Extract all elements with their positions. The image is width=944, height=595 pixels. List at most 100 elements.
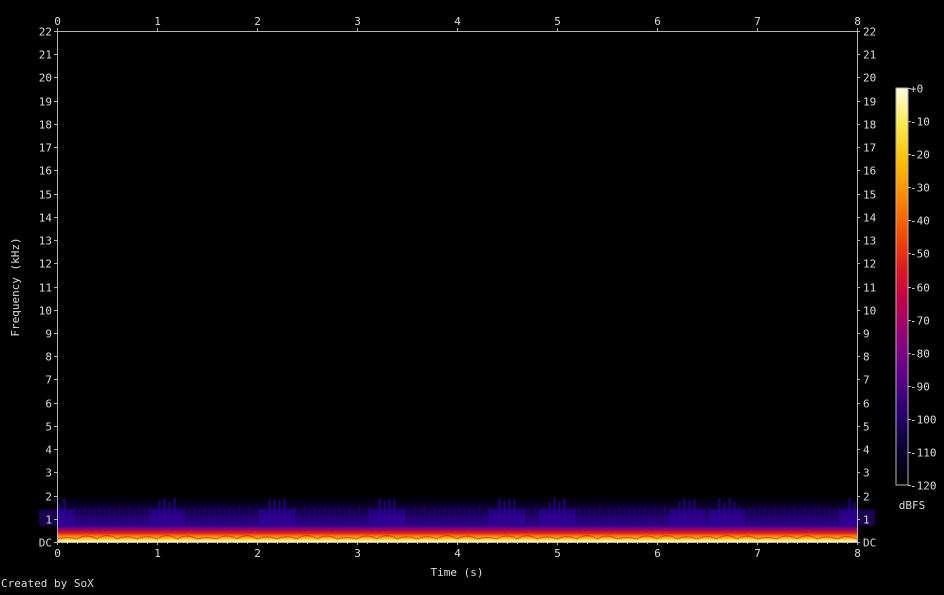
y-tick-label-left: 11: [39, 282, 52, 295]
y-tick-label-right: 14: [863, 212, 877, 225]
y-axis-right-tick-labels: DC12345678910111213141516171819202122: [863, 26, 877, 550]
spectrogram-chart: 012345678 012345678 DC 1 2 3 4 5 6 7 8 9 10 11 12 13 1…: [0, 0, 944, 591]
colorbar-tick-label: -80: [910, 348, 930, 361]
x-tick-label-top: 0: [54, 15, 61, 28]
colorbar-tick-label: -20: [910, 149, 930, 162]
y-tick-label-right: 16: [863, 165, 876, 178]
y-tick-label-left: 8: [45, 351, 52, 364]
y-tick-label-right: 4: [863, 444, 870, 457]
y-tick-label-left: 13: [39, 235, 52, 248]
y-tick-label-left: 14: [39, 212, 53, 225]
y-tick-label-left: DC: [39, 537, 52, 550]
colorbar-tick-label: -110: [910, 447, 937, 460]
y-tick-label-left: 18: [39, 119, 52, 132]
y-tick-label-right: 2: [863, 491, 870, 504]
energy-burst: [669, 509, 705, 526]
x-tick-label-bottom: 6: [654, 547, 661, 560]
y-tick-label-left: 22: [39, 26, 52, 39]
y-tick-label-left: 5: [45, 421, 52, 434]
y-tick-label-left: 4: [45, 444, 52, 457]
x-tick-label-top: 2: [254, 15, 261, 28]
heatmap-background: [57, 31, 857, 542]
y-tick-label-left: 12: [39, 258, 52, 271]
y-tick-label-right: 15: [863, 189, 876, 202]
energy-burst: [149, 509, 185, 526]
y-tick-label-right: 8: [863, 351, 870, 364]
y-tick-label-right: 21: [863, 49, 876, 62]
energy-burst: [489, 509, 525, 526]
y-tick-label-left: 10: [39, 305, 52, 318]
x-tick-label-bottom: 3: [354, 547, 361, 560]
colorbar-gradient: [895, 87, 909, 486]
y-tick-label-right: DC: [863, 537, 876, 550]
y-axis-left-tick-labels: DC12345678910111213141516171819202122: [39, 26, 53, 550]
y-tick-label-right: 3: [863, 467, 870, 480]
y-tick-label-right: 20: [863, 72, 876, 85]
y-tick-label-left: 20: [39, 72, 52, 85]
colorbar-tick-label: -120: [910, 480, 937, 493]
y-tick-label-left: 16: [39, 165, 52, 178]
y-tick-label-right: 19: [863, 96, 876, 109]
energy-burst: [539, 509, 575, 526]
x-tick-label-bottom: 8: [854, 547, 861, 560]
energy-burst: [709, 509, 745, 526]
colorbar-tick-label: -40: [910, 215, 930, 228]
x-tick-label-bottom: 1: [154, 547, 161, 560]
colorbar: +0 -10 -20 -30 -40 -50 -60 -70 -80 -90 -100 -110 -12…: [895, 83, 937, 512]
colorbar-tick-label: -10: [910, 116, 930, 129]
energy-band: [58, 525, 857, 542]
x-tick-label-top: 3: [354, 15, 361, 28]
y-tick-label-left: 3: [45, 467, 52, 480]
y-tick-label-right: 9: [863, 328, 870, 341]
y-tick-label-right: 18: [863, 119, 876, 132]
y-tick-label-right: 11: [863, 282, 876, 295]
y-tick-label-left: 7: [45, 374, 52, 387]
y-tick-label-left: 9: [45, 328, 52, 341]
y-tick-label-left: 17: [39, 142, 52, 155]
colorbar-tick-label: -100: [910, 414, 937, 427]
y-tick-label-right: 10: [863, 305, 876, 318]
colorbar-tick-labels: +0 -10 -20 -30 -40 -50 -60 -70 -80 -90 -100 -110 -12…: [910, 83, 937, 493]
y-tick-label-left: 15: [39, 189, 52, 202]
x-tick-label-bottom: 7: [754, 547, 761, 560]
x-axis-label: Time (s): [431, 566, 484, 579]
y-tick-label-right: 12: [863, 258, 876, 271]
x-tick-label-top: 1: [154, 15, 161, 28]
energy-burst: [369, 509, 405, 526]
y-tick-label-right: 17: [863, 142, 876, 155]
x-tick-label-bottom: 2: [254, 547, 261, 560]
x-tick-label-top: 6: [654, 15, 661, 28]
x-axis-top-tick-labels: 0 1 2 3 4 5 6 7 8: [54, 15, 861, 28]
x-tick-label-top: 8: [854, 15, 861, 28]
spectrogram-heatmap: [39, 31, 875, 542]
credit-text: Created by SoX: [1, 577, 94, 590]
y-tick-label-right: 1: [863, 514, 870, 527]
y-tick-label-right: 6: [863, 398, 870, 411]
x-axis-bottom-tick-labels: 0 1 2 3 4 5 6 7 8: [54, 547, 861, 560]
colorbar-tick-label: -70: [910, 315, 930, 328]
x-tick-label-top: 4: [454, 15, 461, 28]
energy-burst: [259, 509, 295, 526]
y-tick-label-left: 6: [45, 398, 52, 411]
y-tick-label-left: 2: [45, 491, 52, 504]
colorbar-tick-label: -50: [910, 248, 930, 261]
y-tick-label-right: 5: [863, 421, 870, 434]
y-tick-label-right: 22: [863, 26, 876, 39]
colorbar-tick-label: +0: [910, 83, 923, 96]
x-tick-label-top: 7: [754, 15, 761, 28]
x-tick-label-bottom: 4: [454, 547, 461, 560]
x-tick-label-bottom: 5: [554, 547, 561, 560]
spectrogram-svg: 012345678 012345678 DC123456789101112131…: [1, 15, 937, 590]
y-tick-label-left: 1: [45, 514, 52, 527]
y-axis-label: Frequency (kHz): [9, 237, 22, 336]
colorbar-tick-label: -90: [910, 381, 930, 394]
colorbar-label: dBFS: [899, 499, 926, 512]
y-tick-label-left: 19: [39, 96, 52, 109]
y-tick-label-left: 21: [39, 49, 52, 62]
colorbar-tick-label: -60: [910, 282, 930, 295]
colorbar-tick-label: -30: [910, 182, 930, 195]
x-tick-label-top: 5: [554, 15, 561, 28]
y-tick-label-right: 7: [863, 374, 870, 387]
x-tick-label-bottom: 0: [54, 547, 61, 560]
y-tick-label-right: 13: [863, 235, 876, 248]
